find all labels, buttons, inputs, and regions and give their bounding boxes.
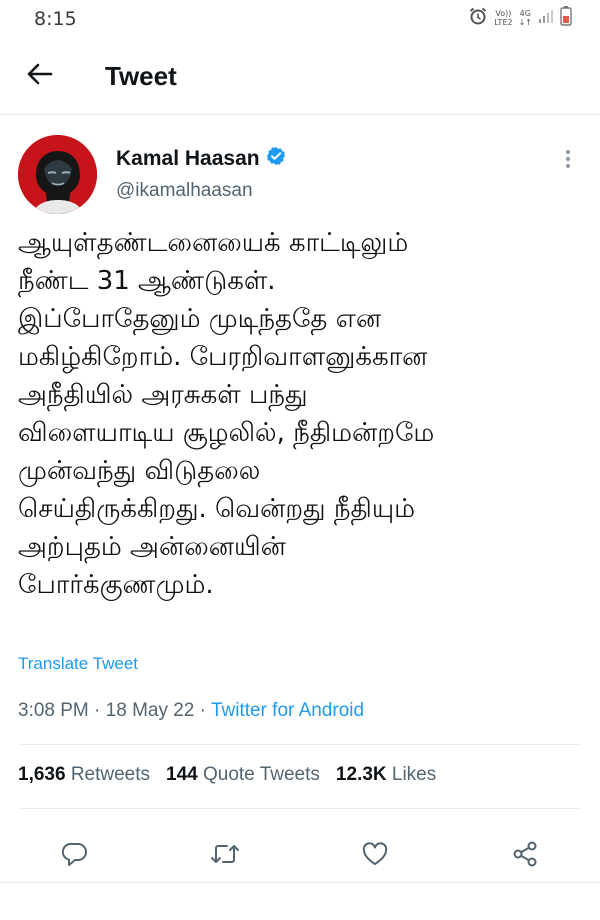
tweet-stats: 1,636 Retweets 144 Quote Tweets 12.3K Li… bbox=[18, 764, 436, 786]
network-indicator: Vo)) LTE2 bbox=[494, 9, 513, 27]
like-icon bbox=[361, 841, 389, 872]
retweets-stat[interactable]: 1,636 Retweets bbox=[18, 764, 150, 786]
divider bbox=[18, 744, 582, 745]
share-button[interactable] bbox=[505, 836, 545, 876]
battery-icon bbox=[560, 5, 572, 31]
retweets-label: Retweets bbox=[70, 764, 151, 785]
data-indicator: 4G ↓↑ bbox=[518, 9, 532, 27]
tweet-text-line: ஆயுள்தண்டனையைக் காட்டிலும் bbox=[18, 228, 409, 258]
tweet-text-line: போர்க்குணமும். bbox=[18, 570, 214, 600]
top-app-bar: Tweet bbox=[0, 40, 600, 115]
divider bbox=[0, 882, 600, 883]
tweet-text-line: இப்போதேனும் முடிந்ததே என bbox=[18, 304, 382, 334]
status-bar: 8:15 Vo)) LTE2 4G ↓↑ bbox=[0, 0, 600, 40]
tweet-date: 18 May 22 bbox=[105, 700, 195, 721]
retweets-count: 1,636 bbox=[18, 764, 66, 785]
verified-badge-icon bbox=[266, 146, 286, 172]
tweet-text: ஆயுள்தண்டனையைக் காட்டிலும் நீண்ட 31 ஆண்ட… bbox=[18, 224, 588, 604]
author-name-text: Kamal Haasan bbox=[116, 147, 260, 170]
tweet-actions bbox=[0, 826, 600, 882]
tweet-text-line: விளையாடிய சூழலில், நீதிமன்றமே bbox=[18, 418, 435, 448]
alarm-icon bbox=[468, 6, 488, 31]
tweet-text-line: முன்வந்து விடுதலை bbox=[18, 456, 261, 486]
status-time: 8:15 bbox=[34, 8, 77, 30]
more-options-button[interactable] bbox=[556, 146, 580, 176]
meta-separator: · bbox=[199, 700, 206, 721]
tweet-text-line: மகிழ்கிறோம். பேரறிவாளனுக்கான bbox=[18, 342, 428, 372]
likes-stat[interactable]: 12.3K Likes bbox=[336, 764, 436, 786]
reply-icon bbox=[61, 840, 89, 873]
tweet-text-line: அற்புதம் அன்னையின் bbox=[18, 532, 286, 562]
author-name[interactable]: Kamal Haasan bbox=[116, 146, 286, 172]
divider bbox=[18, 808, 582, 809]
quote-tweets-count: 144 bbox=[166, 764, 198, 785]
page-title: Tweet bbox=[105, 61, 177, 91]
like-button[interactable] bbox=[355, 836, 395, 876]
likes-count: 12.3K bbox=[335, 764, 387, 785]
author-handle[interactable]: @ikamalhaasan bbox=[116, 180, 253, 202]
status-icons: Vo)) LTE2 4G ↓↑ bbox=[468, 5, 572, 31]
tweet-source-link[interactable]: Twitter for Android bbox=[211, 700, 364, 721]
quote-tweets-label: Quote Tweets bbox=[203, 764, 320, 785]
tweet-time: 3:08 PM bbox=[18, 700, 89, 721]
reply-button[interactable] bbox=[55, 836, 95, 876]
avatar[interactable] bbox=[18, 135, 97, 214]
more-vertical-icon bbox=[565, 149, 571, 174]
quote-tweets-stat[interactable]: 144 Quote Tweets bbox=[166, 764, 320, 786]
back-button[interactable] bbox=[22, 58, 58, 94]
share-icon bbox=[511, 840, 539, 873]
retweet-button[interactable] bbox=[205, 836, 245, 876]
likes-label: Likes bbox=[391, 764, 437, 785]
retweet-icon bbox=[210, 840, 240, 873]
tweet-text-line: அநீதியில் அரசுகள் பந்து bbox=[18, 380, 308, 410]
tweet-text-line: நீண்ட 31 ஆண்டுகள். bbox=[18, 266, 276, 296]
translate-tweet-link[interactable]: Translate Tweet bbox=[18, 654, 138, 674]
back-arrow-icon bbox=[27, 63, 53, 90]
signal-icon bbox=[538, 9, 554, 28]
tweet-meta: 3:08 PM · 18 May 22 · Twitter for Androi… bbox=[18, 700, 364, 722]
tweet-text-line: செய்திருக்கிறது. வென்றது நீதியும் bbox=[18, 494, 416, 524]
meta-separator: · bbox=[94, 700, 101, 721]
